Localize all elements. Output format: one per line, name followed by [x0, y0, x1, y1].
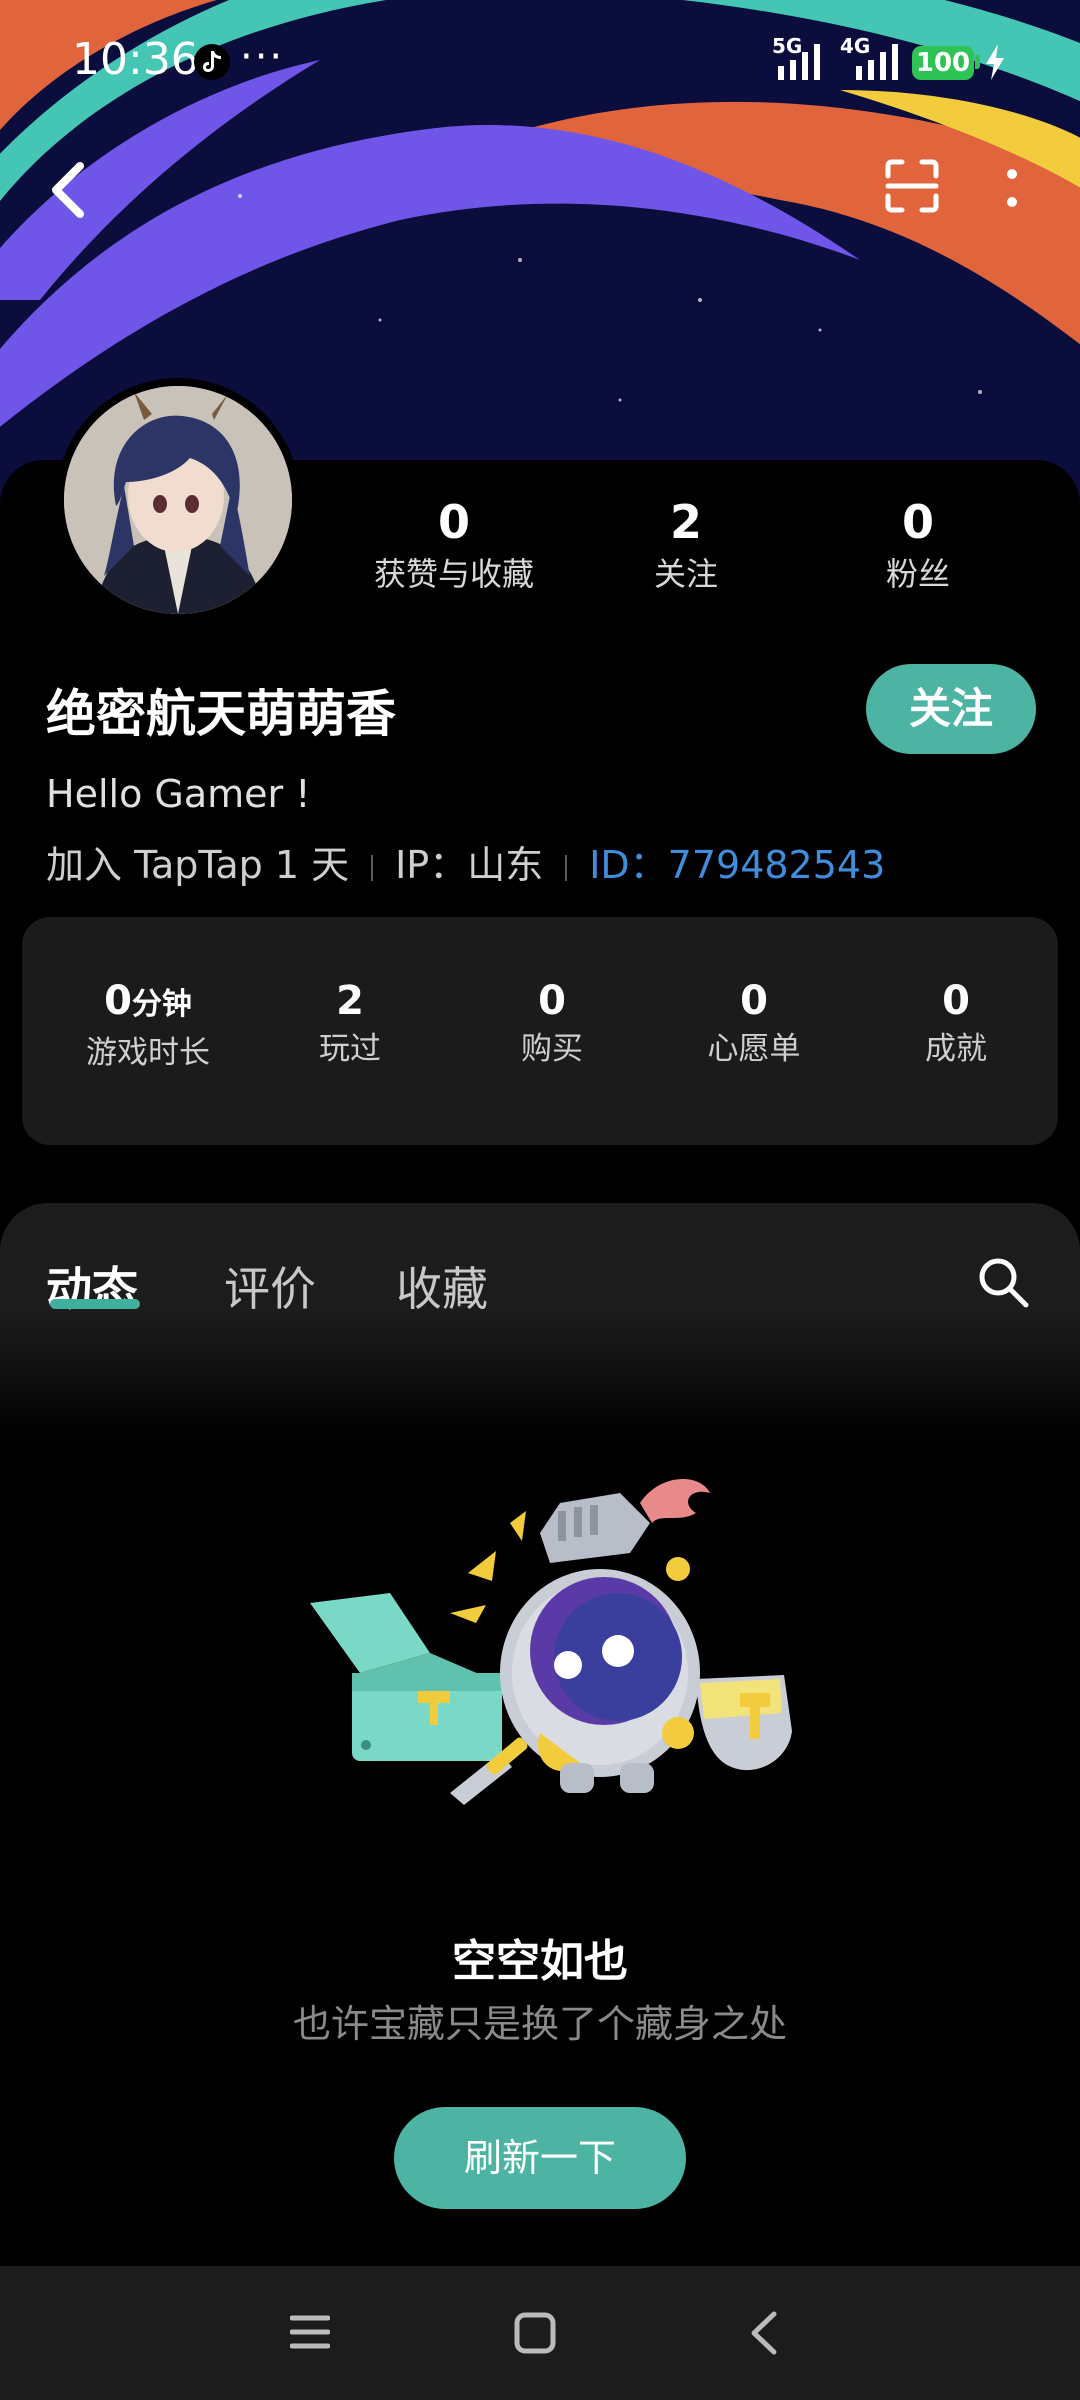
game-stats-card: 0分钟 游戏时长 2 玩过 0 购买 0 心愿单 0 成就 [22, 917, 1058, 1145]
stat-fans-label: 粉丝 [885, 555, 950, 593]
ip-location: IP：山东 [395, 843, 544, 887]
purchased-label: 购买 [521, 1031, 583, 1067]
achievements-value: 0 [942, 978, 970, 1024]
purchased-value: 0 [538, 978, 566, 1024]
profile-meta: 加入 TapTap 1 天 IP：山东 ID：779482543 [46, 834, 885, 889]
joined-text: 加入 TapTap 1 天 [46, 843, 350, 887]
stat-likes-label: 获赞与收藏 [373, 555, 534, 593]
empty-title: 空空如也 [452, 1936, 628, 1987]
follow-button[interactable]: 关注 [866, 664, 1036, 754]
playtime-label: 游戏时长 [86, 1035, 210, 1071]
username: 绝密航天萌萌香 [46, 685, 396, 743]
stat-likes-value: 0 [437, 495, 470, 549]
stat-fans-value: 0 [901, 495, 934, 549]
divider [371, 854, 374, 881]
tab-favorites[interactable]: 收藏 [396, 1253, 488, 1319]
empty-illustration [310, 1479, 792, 1805]
gstat-playtime[interactable]: 0分钟 游戏时长 [48, 977, 248, 1073]
gstat-wishlist[interactable]: 0 心愿单 [654, 977, 854, 1069]
stat-following-label: 关注 [653, 555, 718, 593]
gstat-achievements[interactable]: 0 成就 [856, 977, 1056, 1069]
played-value: 2 [336, 978, 364, 1024]
divider [565, 854, 568, 881]
signal-4g-icon [856, 44, 898, 80]
achievements-label: 成就 [925, 1031, 987, 1067]
signal-5g-icon [778, 44, 820, 80]
wishlist-value: 0 [740, 978, 768, 1024]
recent-apps-icon[interactable] [290, 2312, 330, 2352]
stat-likes[interactable]: 0 获赞与收藏 [334, 494, 574, 594]
tab-posts[interactable]: 动态 [46, 1253, 138, 1319]
system-back-icon[interactable] [746, 2310, 782, 2356]
wishlist-label: 心愿单 [707, 1031, 801, 1067]
stat-following-value: 2 [669, 495, 702, 549]
content-section: 动态 评价 收藏 空空如也 也许宝藏只是换了个藏身之处 刷新一下 [0, 1203, 1080, 2267]
playtime-unit: 分钟 [131, 987, 192, 1022]
played-label: 玩过 [319, 1031, 381, 1067]
battery-tip [975, 55, 980, 69]
home-icon[interactable] [514, 2312, 556, 2354]
status-time: 10:36 [72, 34, 199, 85]
active-tab-indicator [50, 1299, 140, 1309]
more-vertical-icon[interactable] [1000, 166, 1024, 210]
battery-indicator: 100 [912, 46, 974, 80]
avatar[interactable] [56, 378, 300, 622]
playtime-value: 0 [104, 978, 132, 1024]
gstat-purchased[interactable]: 0 购买 [452, 977, 652, 1069]
status-more-icon: ··· [240, 34, 285, 80]
user-id[interactable]: ID：779482543 [589, 843, 885, 887]
stat-following[interactable]: 2 关注 [566, 494, 806, 594]
empty-subtitle: 也许宝藏只是换了个藏身之处 [292, 2002, 787, 2046]
tiktok-icon [194, 44, 230, 80]
gstat-played[interactable]: 2 玩过 [250, 977, 450, 1069]
charging-icon [986, 44, 1004, 80]
refresh-button[interactable]: 刷新一下 [394, 2107, 686, 2209]
scan-icon[interactable] [884, 158, 940, 214]
stat-fans[interactable]: 0 粉丝 [798, 494, 1038, 594]
status-bar: 10:36 ··· 5G 4G 100 [0, 0, 1080, 120]
tab-reviews[interactable]: 评价 [224, 1253, 316, 1319]
bio: Hello Gamer ! [46, 772, 311, 816]
avatar-image [64, 386, 292, 614]
search-icon[interactable] [976, 1255, 1032, 1311]
back-arrow-icon[interactable] [44, 160, 94, 220]
system-nav-bar [0, 2266, 1080, 2400]
